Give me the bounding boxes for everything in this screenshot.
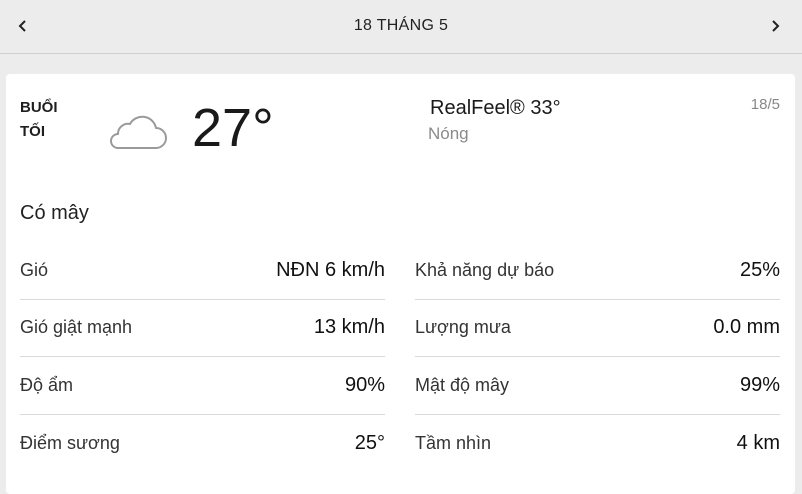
detail-value: 90% <box>344 373 385 396</box>
detail-row-visibility: Tầm nhìn 4 km <box>415 415 780 473</box>
detail-row-wind-gust: Gió giật mạnh 13 km/h <box>20 300 385 357</box>
detail-label: Độ ẩm <box>20 374 74 395</box>
weather-condition: Có mây <box>20 202 89 224</box>
detail-label: Gió <box>20 259 49 280</box>
detail-row-wind: Gió NĐN 6 km/h <box>20 242 385 300</box>
detail-label: Mật độ mây <box>415 374 510 395</box>
date-title: 18 THÁNG 5 <box>353 17 449 34</box>
detail-value: NĐN 6 km/h <box>276 258 385 281</box>
weather-card: BUỔI TỐI 27° RealFeel® 33° Nóng 18/5 Có … <box>6 74 795 494</box>
period-label: BUỔI TỐI <box>20 99 58 140</box>
temperature: 27° <box>192 98 274 158</box>
detail-label: Điểm sương <box>20 432 120 453</box>
details-right-column: Khả năng dự báo 25% Lượng mưa 0.0 mm Mật… <box>415 242 780 472</box>
details-left-column: Gió NĐN 6 km/h Gió giật mạnh 13 km/h Độ … <box>20 242 385 472</box>
detail-row-precip-probability: Khả năng dự báo 25% <box>415 242 780 300</box>
detail-value: 25° <box>354 431 385 454</box>
detail-label: Khả năng dự báo <box>415 259 555 280</box>
detail-row-dew-point: Điểm sương 25° <box>20 415 385 473</box>
detail-value: 99% <box>739 373 780 396</box>
realfeel-phrase: Nóng <box>428 124 469 143</box>
detail-value: 25% <box>739 258 780 281</box>
cloud-icon <box>110 115 167 149</box>
short-date: 18/5 <box>750 96 780 113</box>
realfeel-temperature: RealFeel® 33° <box>430 97 561 119</box>
detail-value: 0.0 mm <box>713 316 780 339</box>
next-day-button[interactable] <box>761 12 789 40</box>
detail-row-cloud-cover: Mật độ mây 99% <box>415 357 780 415</box>
chevron-right-icon <box>772 20 780 32</box>
detail-row-precipitation: Lượng mưa 0.0 mm <box>415 300 780 357</box>
detail-row-humidity: Độ ẩm 90% <box>20 357 385 415</box>
detail-value: 13 km/h <box>313 316 385 339</box>
date-navigation-bar: 18 THÁNG 5 <box>0 0 802 54</box>
detail-value: 4 km <box>736 431 780 454</box>
detail-label: Gió giật mạnh <box>20 317 133 338</box>
detail-label: Tầm nhìn <box>415 432 492 453</box>
detail-label: Lượng mưa <box>415 317 511 338</box>
